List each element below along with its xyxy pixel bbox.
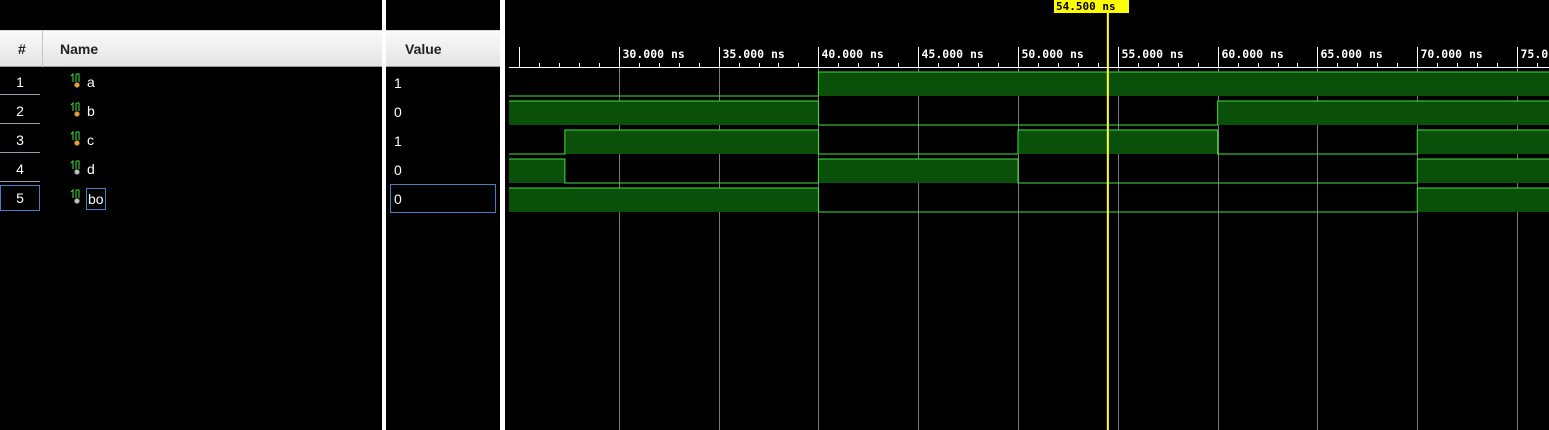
- signal-name[interactable]: b: [86, 101, 96, 121]
- signal-index: 1: [0, 69, 40, 95]
- wave-high-fill-d: [1417, 159, 1549, 183]
- wave-high-fill-c: [1018, 130, 1218, 154]
- waveform-panel[interactable]: 30.000 ns 35.000 ns 40.000 ns 45.000 ns 50.0…: [505, 0, 1549, 430]
- wave-high-fill-d: [818, 159, 1019, 183]
- column-divider[interactable]: [42, 31, 43, 67]
- name-column-header[interactable]: Name: [60, 41, 98, 57]
- cursor-time-label[interactable]: 54.500 ns: [1054, 0, 1129, 13]
- ruler-tick-label: 50.000 ns: [1022, 47, 1084, 61]
- waveform-canvas[interactable]: 30.000 ns 35.000 ns 40.000 ns 45.000 ns 50.0…: [505, 0, 1549, 430]
- signal-value-panel: Value: [386, 0, 500, 430]
- wave-high-fill-bo: [509, 188, 819, 212]
- signal-value-b[interactable]: 0: [394, 102, 402, 122]
- input-port-icon: [70, 102, 80, 117]
- input-port-icon: [70, 131, 80, 146]
- wave-high-fill-d: [509, 159, 565, 183]
- signal-value-a[interactable]: 1: [394, 73, 402, 93]
- signal-row-a[interactable]: 1a: [0, 69, 382, 98]
- ruler-tick-label: 40.000 ns: [822, 47, 884, 61]
- signal-name[interactable]: d: [86, 159, 96, 179]
- wave-high-fill-b: [509, 101, 819, 125]
- signal-row-bo[interactable]: 5 bo: [0, 185, 382, 214]
- signal-index: 2: [0, 98, 40, 124]
- waveform-d: [509, 158, 1549, 184]
- name-panel-header: # Name: [0, 30, 382, 67]
- output-port-icon: [70, 189, 80, 204]
- signal-index: 4: [0, 156, 40, 182]
- signal-row-d[interactable]: 4d: [0, 156, 382, 185]
- ruler-tick-label: 75.000 ns: [1521, 47, 1549, 61]
- wave-high-fill-c: [564, 130, 819, 154]
- signal-name[interactable]: bo: [86, 188, 106, 210]
- ruler-tick-label: 65.000 ns: [1321, 47, 1383, 61]
- selected-value-outline: [390, 184, 496, 213]
- value-column-header[interactable]: Value: [405, 41, 442, 57]
- ruler-tick-label: 30.000 ns: [623, 47, 685, 61]
- input-port-icon: [70, 73, 80, 88]
- signal-value-d[interactable]: 0: [394, 160, 402, 180]
- wave-high-fill-b: [1217, 101, 1549, 125]
- signal-name[interactable]: c: [86, 130, 95, 150]
- ruler-tick-label: 55.000 ns: [1122, 47, 1184, 61]
- ruler-tick-label: 35.000 ns: [723, 47, 785, 61]
- signal-row-c[interactable]: 3c: [0, 127, 382, 156]
- wave-high-fill-c: [1417, 130, 1549, 154]
- index-column-header[interactable]: #: [18, 41, 26, 57]
- signal-value-c[interactable]: 1: [394, 131, 402, 151]
- signal-name[interactable]: a: [86, 72, 96, 92]
- wave-high-fill-bo: [1417, 188, 1549, 212]
- output-port-icon: [70, 160, 80, 175]
- signal-row-b[interactable]: 2b: [0, 98, 382, 127]
- ruler-tick-label: 45.000 ns: [922, 47, 984, 61]
- signal-name-panel: # Name 1 a 2 b 3 c 4 d 5 bo: [0, 0, 382, 430]
- ruler-tick-label: 60.000 ns: [1222, 47, 1284, 61]
- signal-index: 3: [0, 127, 40, 153]
- ruler-tick-label: 70.000 ns: [1421, 47, 1483, 61]
- signal-index: 5: [0, 185, 40, 211]
- value-panel-header: Value: [386, 30, 500, 67]
- wave-high-fill-a: [818, 72, 1549, 96]
